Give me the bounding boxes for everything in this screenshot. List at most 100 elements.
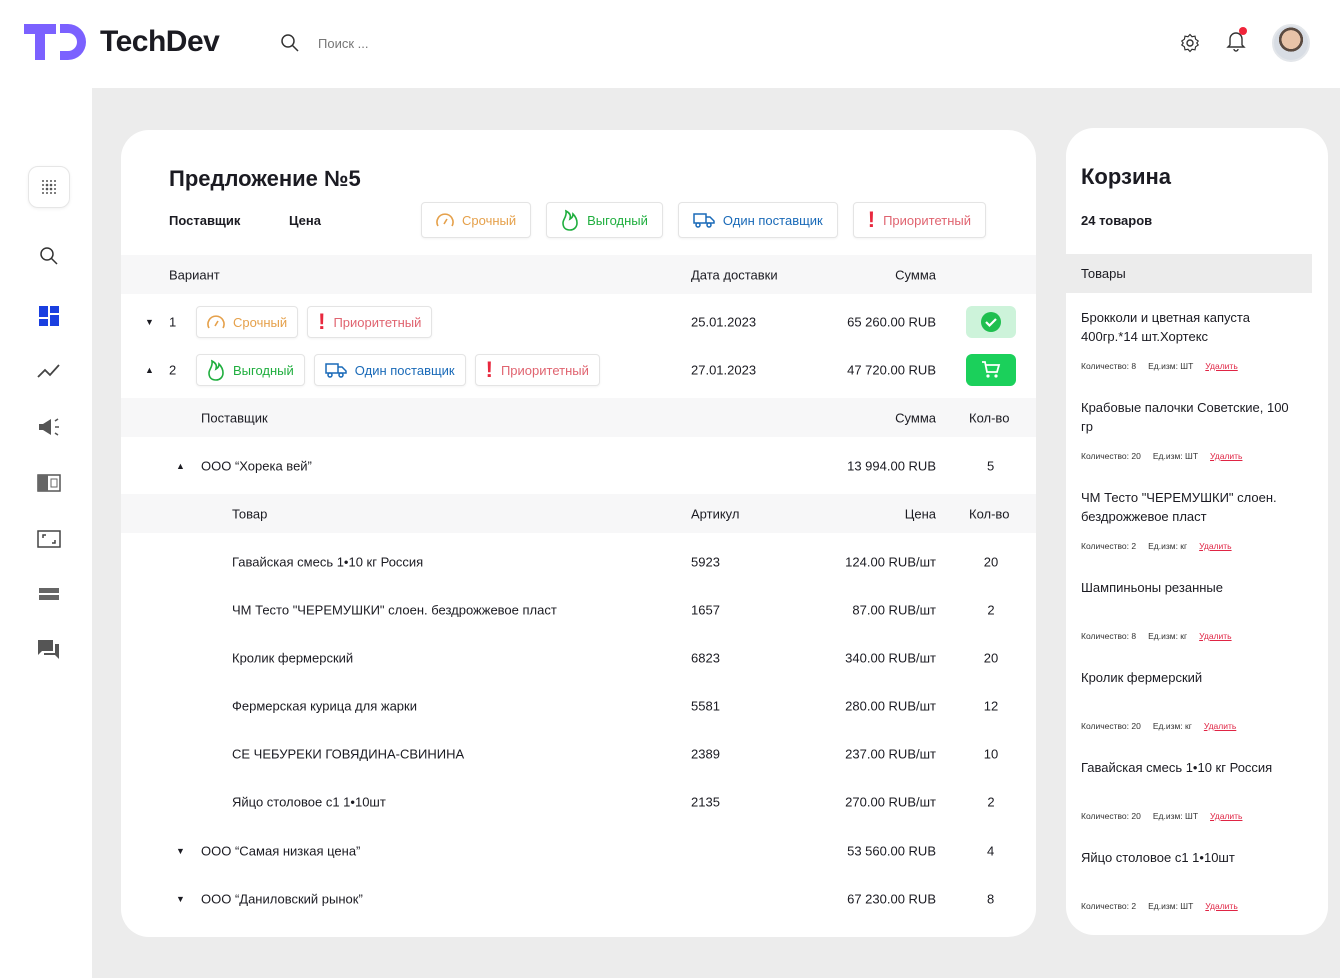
expand-caret-icon[interactable]: ▼ — [176, 894, 185, 904]
cart-item-qty: Количество: 8 — [1081, 631, 1137, 641]
sidebar-messages[interactable] — [28, 629, 70, 671]
sidebar-analytics[interactable] — [28, 350, 70, 392]
variant-number: 2 — [169, 362, 177, 378]
delete-link[interactable]: Удалить — [1199, 541, 1231, 551]
search-icon — [40, 247, 58, 265]
variants-header: Вариант Дата доставки Сумма — [121, 255, 1036, 294]
col-date: Дата доставки — [691, 267, 778, 282]
expand-caret-icon[interactable]: ▼ — [176, 846, 185, 856]
sidebar-search[interactable] — [28, 235, 70, 277]
offer-title: Предложение №5 — [169, 166, 361, 191]
sidebar-marketing[interactable] — [28, 406, 70, 448]
col-sku: Артикул — [691, 506, 740, 521]
cart-item-name: Гавайская смесь 1•10 кг Россия — [1081, 760, 1273, 775]
expand-caret-icon[interactable]: ▼ — [145, 317, 154, 327]
search-input[interactable]: Поиск ... — [280, 33, 368, 53]
product-sku: 2135 — [691, 794, 720, 810]
list-rows-icon — [39, 588, 59, 600]
sort-supplier[interactable]: Поставщик — [169, 213, 240, 228]
cart-item: Брокколи и цветная капуста 400гр.*14 шт.… — [1081, 308, 1291, 371]
tag-single-supplier: Один поставщик — [313, 354, 466, 386]
notifications-button[interactable] — [1226, 26, 1247, 57]
filter-profitable[interactable]: Выгодный — [546, 202, 663, 238]
col-qty: Кол-во — [969, 410, 1010, 425]
filter-priority[interactable]: ! Приоритетный — [852, 202, 986, 238]
tag-label: Выгодный — [587, 212, 648, 228]
logo[interactable]: TechDev — [24, 24, 220, 60]
delivery-date: 25.01.2023 — [691, 314, 757, 330]
product-row[interactable]: Гавайская смесь 1•10 кг Россия 5923 124.… — [121, 538, 1036, 586]
tag-urgent: Срочный — [196, 306, 299, 338]
settings-gear-icon[interactable] — [1180, 33, 1200, 53]
tag-label: Приоритетный — [333, 314, 422, 330]
brand-name: TechDev — [100, 25, 220, 58]
tag-label: Один поставщик — [722, 212, 823, 228]
sidebar-fullscreen[interactable] — [28, 518, 70, 560]
cart-item-unit: Ед.изм: ШТ — [1152, 451, 1199, 461]
delete-link[interactable]: Удалить — [1199, 631, 1231, 641]
product-name: Кролик фермерский — [232, 650, 354, 666]
collapse-caret-icon[interactable]: ▲ — [176, 461, 185, 471]
supplier-row[interactable]: ▼ ООО “Даниловский рынок” 67 230.00 RUB … — [121, 875, 1036, 923]
cart-item-name: ЧМ Тесто "ЧЕРЕМУШКИ" слоен. бездрожжевое… — [1081, 490, 1277, 524]
product-name: СЕ ЧЕБУРЕКИ ГОВЯДИНА-СВИНИНА — [232, 746, 465, 762]
supplier-qty: 4 — [987, 843, 995, 859]
cart-item-qty: Количество: 20 — [1081, 451, 1141, 461]
sidebar-list[interactable] — [28, 573, 70, 615]
delete-link[interactable]: Удалить — [1205, 361, 1237, 371]
product-sku: 1657 — [691, 602, 720, 618]
filter-urgent[interactable]: Срочный — [421, 202, 532, 238]
variant-row[interactable]: ▼ 1 Срочный ! Приоритетный 25.01.2023 65 … — [121, 298, 1036, 346]
sidebar — [0, 88, 92, 978]
sidebar-apps-button[interactable] — [28, 166, 70, 208]
tag-label: Приоритетный — [883, 212, 971, 228]
collapse-caret-icon[interactable]: ▲ — [145, 365, 154, 375]
cart-item-qty: Количество: 20 — [1081, 721, 1141, 731]
product-row[interactable]: СЕ ЧЕБУРЕКИ ГОВЯДИНА-СВИНИНА 2389 237.00… — [121, 730, 1036, 778]
variant-tags: Выгодный Один поставщик ! Приоритетный — [196, 354, 600, 386]
product-row[interactable]: Фермерская курица для жарки 5581 280.00 … — [121, 682, 1036, 730]
cart-item-unit: Ед.изм: ШТ — [1148, 361, 1194, 371]
delete-link[interactable]: Удалить — [1210, 451, 1242, 461]
cart-item-name: Крабовые палочки Советские, 100 гр — [1081, 400, 1289, 434]
variant-tags: Срочный ! Приоритетный — [196, 306, 433, 338]
cart-icon — [982, 361, 1001, 378]
product-price: 280.00 RUB/шт — [845, 698, 936, 714]
cart-item: ЧМ Тесто "ЧЕРЕМУШКИ" слоен. бездрожжевое… — [1081, 488, 1291, 551]
sidebar-catalog[interactable] — [28, 462, 70, 504]
variant-row[interactable]: ▲ 2 Выгодный Один поставщик ! Приоритетны… — [121, 346, 1036, 394]
exclamation-icon: ! — [318, 309, 326, 334]
items-header: Товар Артикул Цена Кол-во — [121, 494, 1036, 533]
sidebar-dashboard[interactable] — [28, 295, 70, 337]
product-price: 87.00 RUB/шт — [852, 602, 936, 618]
delete-link[interactable]: Удалить — [1204, 721, 1236, 731]
tag-label: Выгодный — [233, 362, 294, 378]
cart-item: Гавайская смесь 1•10 кг Россия Количеств… — [1081, 758, 1291, 821]
product-row[interactable]: ЧМ Тесто "ЧЕРЕМУШКИ" слоен. бездрожжевое… — [121, 586, 1036, 634]
cart-item: Крабовые палочки Советские, 100 гр Колич… — [1081, 398, 1291, 461]
product-price: 124.00 RUB/шт — [845, 554, 936, 570]
speedometer-icon — [436, 213, 454, 227]
add-to-cart-button[interactable] — [966, 354, 1016, 386]
delete-link[interactable]: Удалить — [1205, 901, 1237, 911]
delete-link[interactable]: Удалить — [1210, 811, 1242, 821]
sort-price[interactable]: Цена — [289, 213, 321, 228]
supplier-row[interactable]: ▲ ООО “Хорека вей” 13 994.00 RUB 5 — [121, 442, 1036, 490]
col-qty: Кол-во — [969, 506, 1010, 521]
product-row[interactable]: Яйцо столовое с1 1•10шт 2135 270.00 RUB/… — [121, 778, 1036, 826]
supplier-row[interactable]: ▼ ООО “Самая низкая цена” 53 560.00 RUB … — [121, 827, 1036, 875]
supplier-sum: 53 560.00 RUB — [847, 843, 936, 859]
cart-section-header: Товары — [1066, 254, 1312, 293]
selected-variant-button[interactable] — [966, 306, 1016, 338]
variant-number: 1 — [169, 314, 177, 330]
chat-icon — [38, 640, 59, 659]
supplier-qty: 5 — [987, 458, 995, 474]
product-row[interactable]: Кролик фермерский 6823 340.00 RUB/шт 20 — [121, 634, 1036, 682]
search-placeholder: Поиск ... — [318, 35, 369, 51]
cart-item-qty: Количество: 2 — [1081, 541, 1137, 551]
filter-single-supplier[interactable]: Один поставщик — [677, 202, 838, 238]
tag-label: Один поставщик — [354, 362, 455, 378]
product-price: 237.00 RUB/шт — [845, 746, 936, 762]
offer-card: Предложение №5 Поставщик Цена Срочный Вы… — [121, 130, 1036, 937]
user-avatar[interactable] — [1272, 24, 1310, 62]
